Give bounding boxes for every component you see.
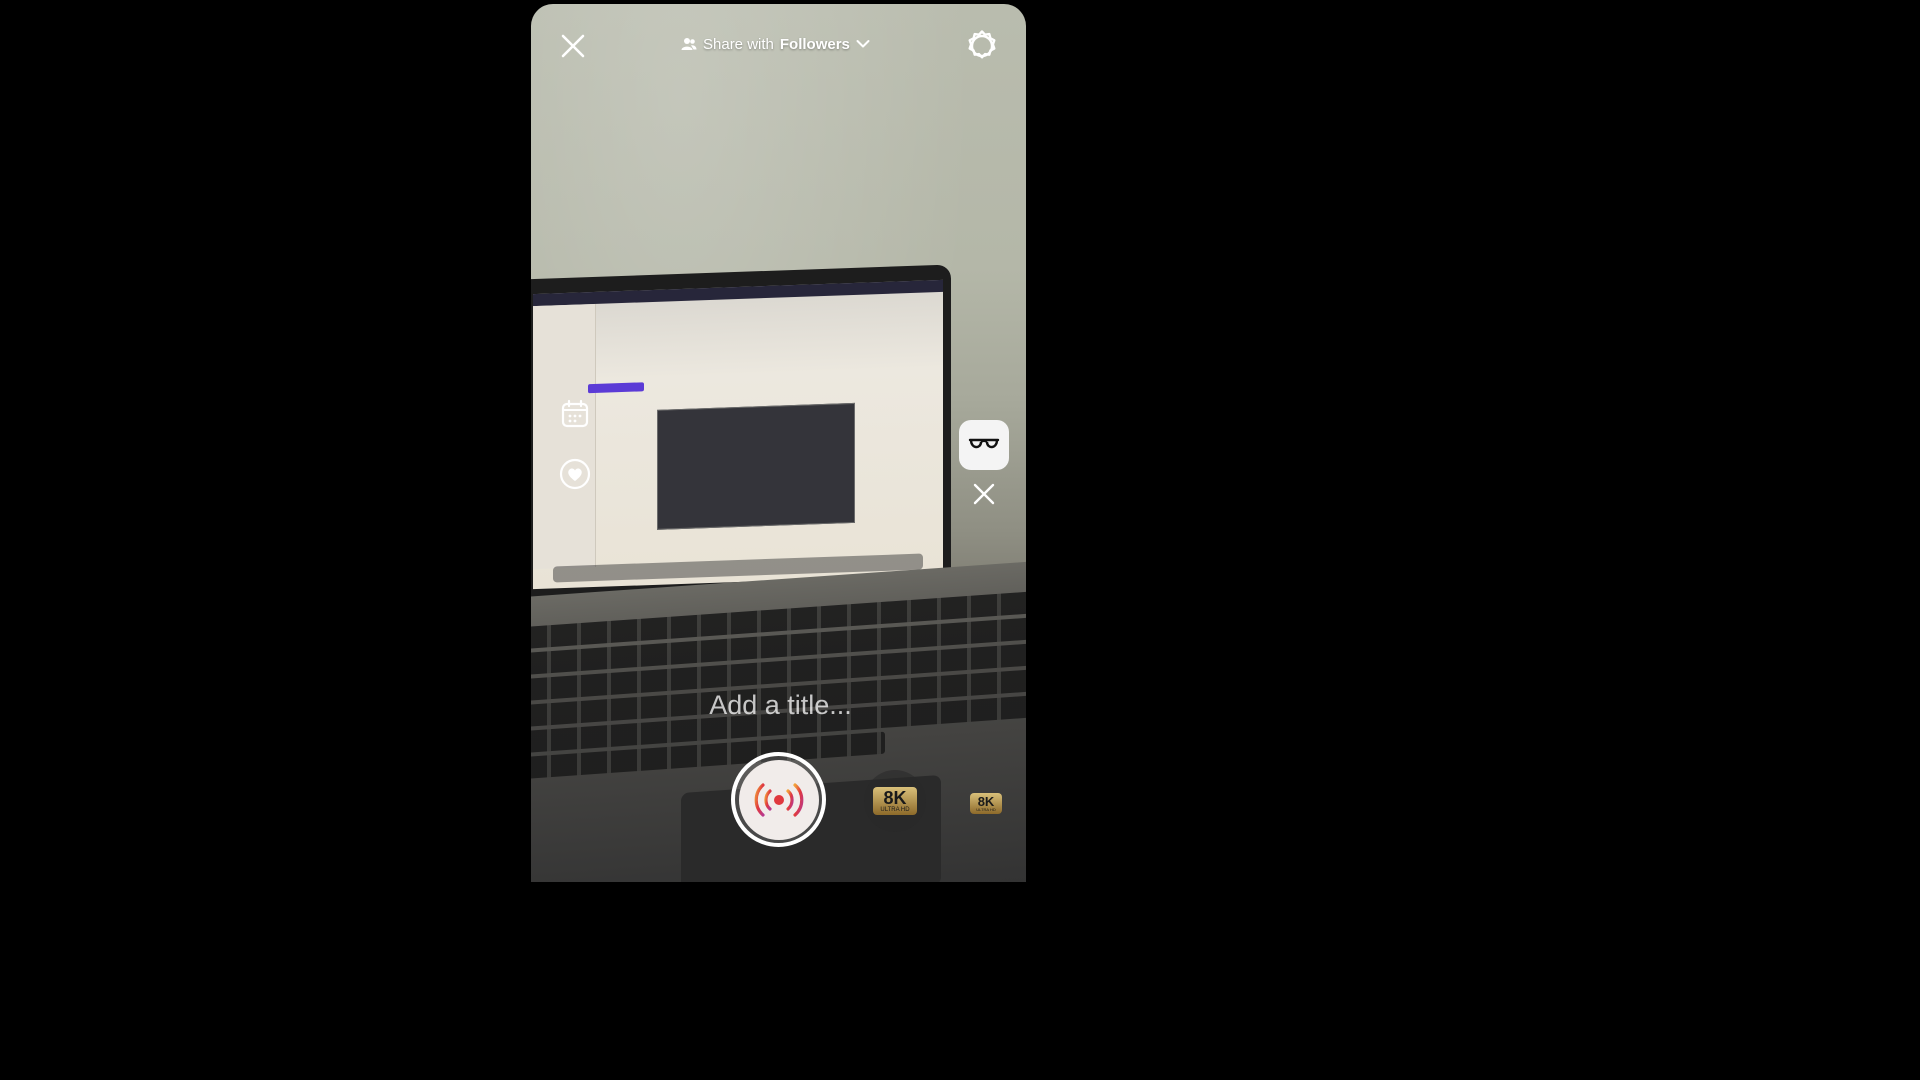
close-icon [973, 483, 995, 505]
laptop-purple-button [588, 382, 644, 394]
share-audience-selector[interactable]: Share with Followers [681, 32, 870, 56]
settings-icon [968, 30, 996, 59]
go-live-button-inner [738, 759, 819, 840]
laptop-sidebar [533, 303, 596, 570]
title-input[interactable] [651, 684, 910, 726]
heart-icon [559, 458, 591, 490]
schedule-button[interactable] [559, 398, 591, 430]
8k-ultra-hd-badge: 8K ULTRA HD [970, 792, 1002, 814]
chevron-down-icon [856, 40, 870, 48]
camera-viewfinder: Share with Followers Add a title... 8K U… [531, 4, 1026, 882]
share-prefix: Share with [703, 35, 774, 53]
hd-label: 8K [977, 793, 995, 809]
live-broadcast-icon [754, 782, 803, 817]
hd-sublabel: ULTRA HD [976, 806, 996, 812]
go-live-button[interactable] [731, 752, 826, 847]
share-audience: Followers [779, 35, 850, 53]
close-icon [561, 34, 585, 58]
fundraiser-button[interactable] [559, 458, 591, 490]
people-icon [681, 38, 697, 50]
close-button[interactable] [555, 28, 591, 64]
glasses-icon [968, 438, 1000, 449]
hd-label: 8K [883, 788, 907, 808]
8k-ultra-hd-badge: 8K ULTRA HD [873, 787, 917, 815]
laptop-video-preview [657, 402, 855, 530]
glasses-close-button[interactable] [968, 478, 1000, 510]
calendar-icon [561, 399, 589, 428]
laptop-screen [533, 279, 943, 590]
settings-button[interactable] [964, 28, 1000, 64]
resolution-8k-secondary-button[interactable]: 8K ULTRA HD [963, 780, 1009, 826]
hd-sublabel: ULTRA HD [880, 807, 910, 813]
resolution-8k-button[interactable]: 8K ULTRA HD [864, 770, 926, 832]
glasses-button[interactable] [959, 420, 1009, 470]
